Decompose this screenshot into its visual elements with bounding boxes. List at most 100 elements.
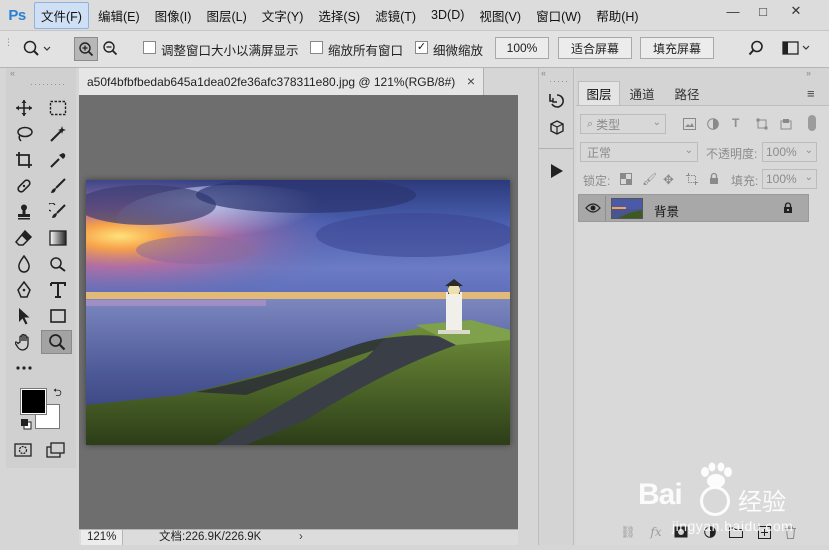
pixel-layer-filter-icon[interactable] xyxy=(683,118,696,133)
quick-mask-icon[interactable] xyxy=(14,443,32,460)
zoom-100-button[interactable]: 100% xyxy=(495,37,549,59)
type-layer-filter-icon[interactable]: T xyxy=(732,116,739,130)
watermark-brand: Bai xyxy=(638,478,683,511)
swap-colors-icon[interactable]: ⮌ xyxy=(53,384,62,403)
lock-all-icon[interactable] xyxy=(709,172,719,188)
smart-object-filter-icon[interactable] xyxy=(780,118,792,133)
menu-view[interactable]: 视图(V) xyxy=(473,3,527,28)
magic-wand-tool-icon[interactable] xyxy=(44,122,72,146)
minimize-button[interactable]: — xyxy=(718,0,748,22)
menu-help[interactable]: 帮助(H) xyxy=(590,3,644,28)
menu-layer[interactable]: 图层(L) xyxy=(200,3,252,28)
lock-position-icon[interactable]: ✥ xyxy=(663,172,674,188)
maximize-button[interactable]: □ xyxy=(748,0,778,22)
menu-bar: Ps 文件(F) 编辑(E) 图像(I) 图层(L) 文字(Y) 选择(S) 滤… xyxy=(0,0,829,30)
menu-image[interactable]: 图像(I) xyxy=(149,3,198,28)
menu-file[interactable]: 文件(F) xyxy=(34,1,89,29)
zoom-all-windows-checkbox[interactable] xyxy=(310,41,323,54)
tab-channels[interactable]: 通道 xyxy=(621,81,663,105)
3d-panel-icon[interactable] xyxy=(549,120,565,139)
clone-stamp-tool-icon[interactable] xyxy=(10,200,38,224)
marquee-tool-icon[interactable] xyxy=(44,96,72,120)
eraser-tool-icon[interactable] xyxy=(10,226,38,250)
type-tool-icon[interactable] xyxy=(44,278,72,302)
foreground-color-swatch[interactable] xyxy=(20,388,47,415)
lock-pixels-icon[interactable]: 🖌 xyxy=(642,172,657,186)
chevron-down-icon: ⌄ xyxy=(652,117,661,128)
panel-menu-icon[interactable]: ≡ xyxy=(807,86,815,101)
fill-input[interactable]: 100% ⌄ xyxy=(762,169,817,189)
menu-3d[interactable]: 3D(D) xyxy=(425,5,470,25)
menu-select[interactable]: 选择(S) xyxy=(312,3,366,28)
opacity-input[interactable]: 100% ⌄ xyxy=(762,142,817,162)
lock-artboard-icon[interactable] xyxy=(686,173,698,188)
dock-collapse-icon[interactable]: « xyxy=(541,68,546,78)
layer-name[interactable]: 背景 xyxy=(654,201,679,220)
panel-expand-icon[interactable]: » xyxy=(806,68,811,78)
tab-paths[interactable]: 路径 xyxy=(667,81,707,105)
fill-label: 填充: xyxy=(731,174,759,188)
lasso-tool-icon[interactable] xyxy=(10,122,38,146)
opacity-label: 不透明度: xyxy=(706,147,758,161)
move-tool-icon[interactable] xyxy=(10,96,38,120)
blur-tool-icon[interactable] xyxy=(10,252,38,276)
menu-filter[interactable]: 滤镜(T) xyxy=(369,3,422,28)
resize-windows-label: 调整窗口大小以满屏显示 xyxy=(161,44,299,58)
history-brush-tool-icon[interactable] xyxy=(44,200,72,224)
zoom-in-icon[interactable] xyxy=(74,37,98,61)
default-colors-icon[interactable] xyxy=(20,418,32,433)
eye-icon[interactable] xyxy=(585,202,601,217)
close-window-button[interactable]: ✕ xyxy=(781,0,811,22)
fill-value: 100% xyxy=(766,172,797,186)
watermark-du-mark xyxy=(700,486,730,516)
dodge-tool-icon[interactable] xyxy=(44,252,72,276)
document-title: a50f4bfbfbedab645a1dea02fe36afc378311e80… xyxy=(87,74,456,89)
zoom-tool-preset-icon[interactable] xyxy=(22,39,52,62)
scrubby-zoom-checkbox[interactable]: ✓ xyxy=(415,41,428,54)
path-selection-tool-icon[interactable] xyxy=(10,304,38,328)
zoom-out-icon[interactable] xyxy=(102,40,118,59)
toolbox-collapse-icon[interactable]: « xyxy=(10,68,15,78)
adjustment-layer-filter-icon[interactable] xyxy=(707,118,719,133)
brush-tool-icon[interactable] xyxy=(44,174,72,198)
search-icon[interactable] xyxy=(748,40,764,59)
shape-layer-filter-icon[interactable] xyxy=(756,118,768,133)
rectangle-tool-icon[interactable] xyxy=(44,304,72,328)
eyedropper-tool-icon[interactable] xyxy=(44,148,72,172)
lock-label: 锁定: xyxy=(583,174,611,188)
gradient-tool-icon[interactable] xyxy=(44,226,72,250)
resize-windows-checkbox[interactable] xyxy=(143,41,156,54)
edit-toolbar-icon[interactable] xyxy=(10,356,38,380)
screen-mode-icon[interactable] xyxy=(46,442,66,461)
close-document-icon[interactable]: × xyxy=(467,73,475,89)
crop-tool-icon[interactable] xyxy=(10,148,38,172)
filter-kind-dropdown[interactable]: ⌕ 类型 ⌄ xyxy=(580,114,666,134)
chevron-down-icon: ⌄ xyxy=(804,145,813,156)
zoom-level[interactable]: 121% xyxy=(81,530,123,545)
pen-tool-icon[interactable] xyxy=(10,278,38,302)
status-menu-arrow[interactable]: › xyxy=(299,530,303,545)
filter-toggle-icon[interactable] xyxy=(808,115,816,131)
layer-row[interactable]: 背景 xyxy=(578,194,809,222)
document-tab[interactable]: a50f4bfbfbedab645a1dea02fe36afc378311e80… xyxy=(79,68,484,95)
blend-mode-dropdown[interactable]: 正常 ⌄ xyxy=(580,142,698,162)
fit-screen-button[interactable]: 适合屏幕 xyxy=(558,37,632,59)
document-image[interactable] xyxy=(86,180,510,445)
lock-transparent-icon[interactable] xyxy=(620,173,632,188)
hand-tool-icon[interactable] xyxy=(10,330,38,354)
tab-layers[interactable]: 图层 xyxy=(578,81,620,105)
menu-edit[interactable]: 编辑(E) xyxy=(92,3,146,28)
zoom-tool-icon[interactable] xyxy=(41,330,72,354)
menu-type[interactable]: 文字(Y) xyxy=(256,3,310,28)
workspace-switcher-icon[interactable] xyxy=(782,40,812,59)
healing-brush-tool-icon[interactable] xyxy=(10,174,38,198)
history-panel-icon[interactable] xyxy=(549,93,565,112)
fill-screen-button[interactable]: 填充屏幕 xyxy=(640,37,714,59)
actions-play-icon[interactable] xyxy=(550,164,564,181)
menu-window[interactable]: 窗口(W) xyxy=(530,3,587,28)
watermark-url: jingyan.baidu.com xyxy=(672,518,794,534)
options-bar: ⋮ 调整窗口大小以满屏显示 缩放所有窗口 ✓ 细微缩放 100% 适合屏幕 填充… xyxy=(0,30,829,68)
status-bar: 121% 文档:226.9K/226.9K › xyxy=(79,529,518,545)
baidu-watermark: Bai 经验 jingyan.baidu.com xyxy=(634,462,824,542)
scrubby-zoom-label: 细微缩放 xyxy=(433,44,484,58)
